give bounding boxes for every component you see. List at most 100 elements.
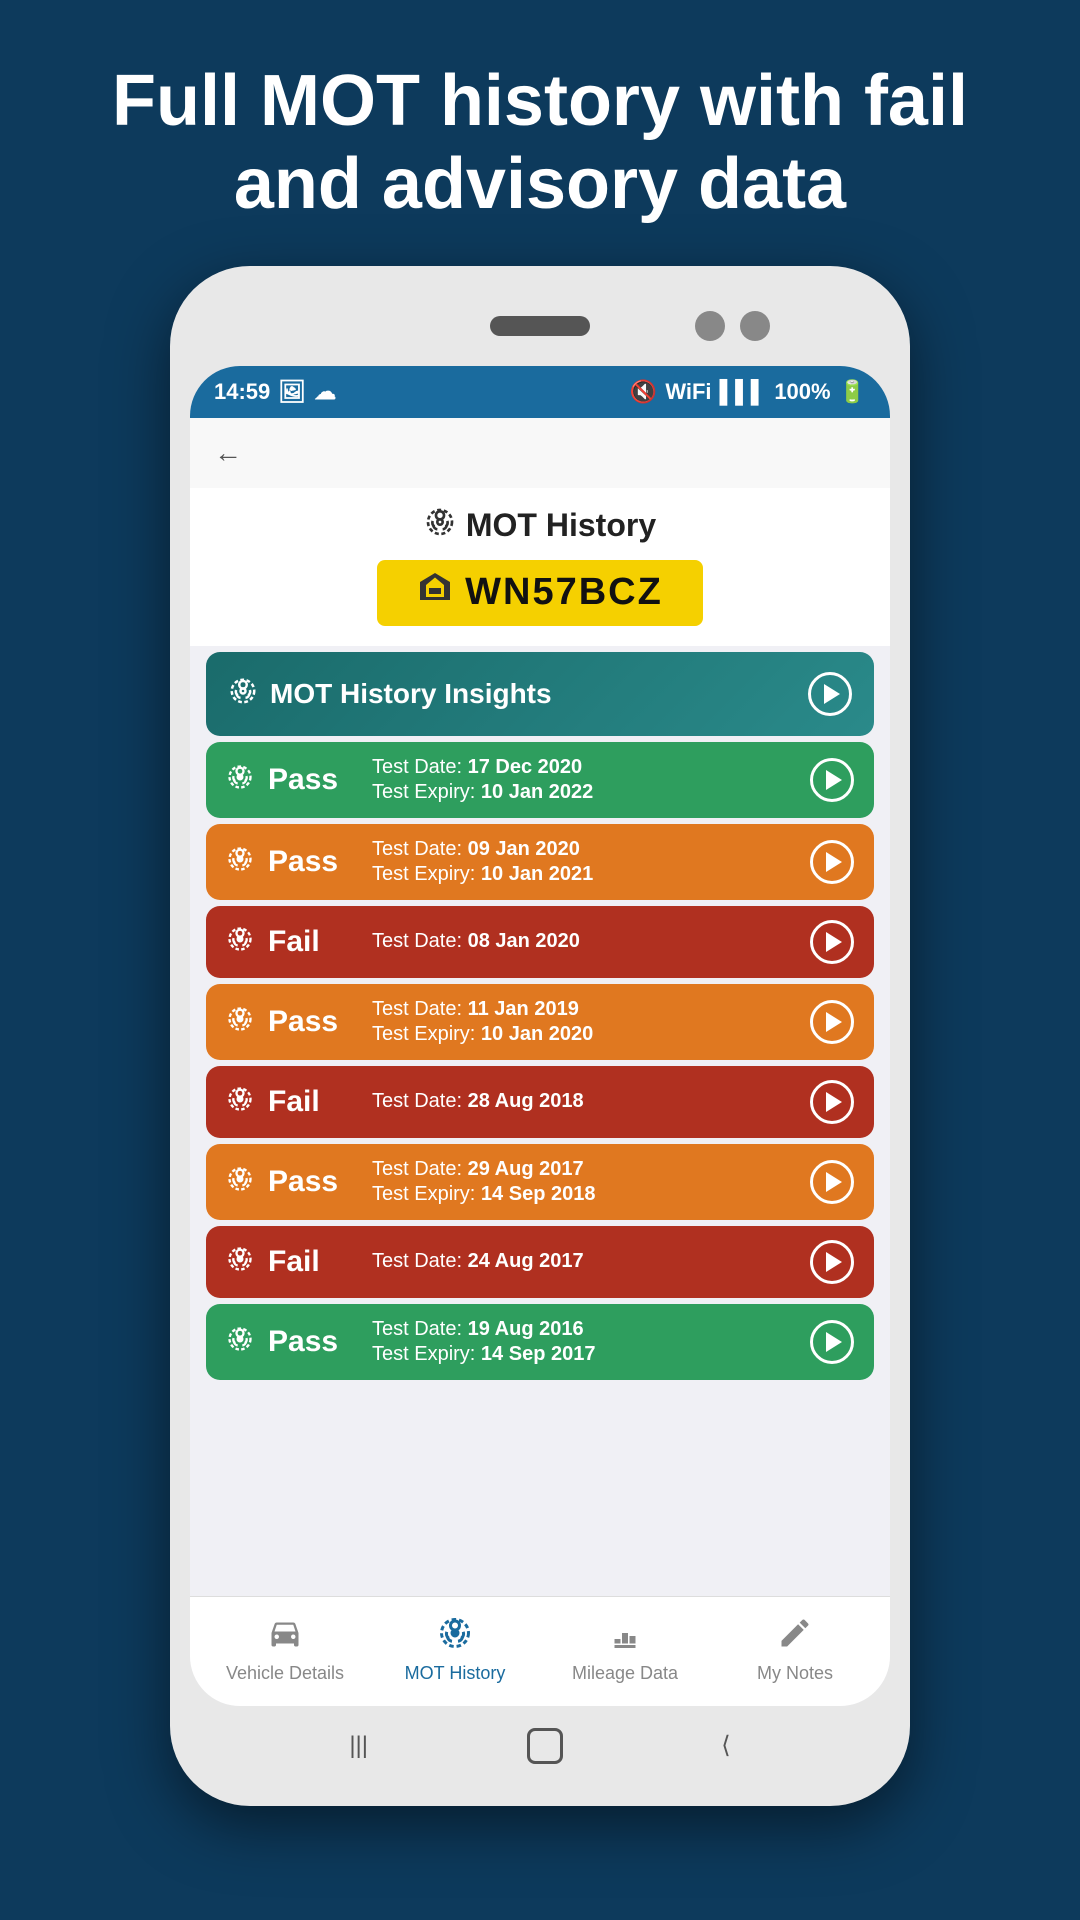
- record-icon-0: [226, 763, 254, 796]
- status-left: 14:59 🖼 ☁: [214, 379, 336, 405]
- record-dates-2: Test Date: 08 Jan 2020: [372, 930, 580, 953]
- record-dates-0: Test Date: 17 Dec 2020Test Expiry: 10 Ja…: [372, 756, 593, 804]
- record-play-triangle-2: [826, 932, 842, 952]
- nav-item-mileage[interactable]: Mileage Data: [540, 1615, 710, 1684]
- record-left-0: Pass Test Date: 17 Dec 2020Test Expiry: …: [226, 756, 593, 804]
- camera-2: [740, 311, 770, 341]
- record-icon-4: [226, 1085, 254, 1118]
- record-dates-1: Test Date: 09 Jan 2020Test Expiry: 10 Ja…: [372, 838, 593, 886]
- record-play-btn-6[interactable]: [810, 1240, 854, 1284]
- status-bar: 14:59 🖼 ☁ 🔇 WiFi ▌▌▌ 100% 🔋: [190, 366, 890, 418]
- insights-play-triangle: [824, 684, 840, 704]
- record-play-btn-3[interactable]: [810, 1000, 854, 1044]
- nav-item-notes[interactable]: My Notes: [710, 1615, 880, 1684]
- record-left-5: Pass Test Date: 29 Aug 2017Test Expiry: …: [226, 1158, 595, 1206]
- wifi-icon: WiFi: [665, 379, 711, 405]
- record-play-triangle-6: [826, 1252, 842, 1272]
- phone-screen: 14:59 🖼 ☁ 🔇 WiFi ▌▌▌ 100% 🔋 ←: [190, 366, 890, 1706]
- mot-record-0[interactable]: Pass Test Date: 17 Dec 2020Test Expiry: …: [206, 742, 874, 818]
- car-icon: [267, 1615, 303, 1659]
- plate-number: WN57BCZ: [465, 571, 663, 614]
- mot-header: MOT History: [424, 506, 656, 546]
- record-left-7: Pass Test Date: 19 Aug 2016Test Expiry: …: [226, 1318, 595, 1366]
- mute-icon: 🔇: [630, 379, 657, 405]
- mot-title-text: MOT History: [466, 507, 656, 544]
- phone-top: [190, 286, 890, 366]
- record-play-btn-4[interactable]: [810, 1080, 854, 1124]
- record-dates-7: Test Date: 19 Aug 2016Test Expiry: 14 Se…: [372, 1318, 595, 1366]
- record-play-triangle-3: [826, 1012, 842, 1032]
- record-status-4: Fail: [268, 1085, 358, 1119]
- signal-icon: ▌▌▌: [720, 379, 767, 405]
- record-status-1: Pass: [268, 845, 358, 879]
- biohazard-nav-icon: [437, 1615, 473, 1659]
- mot-record-1[interactable]: Pass Test Date: 09 Jan 2020Test Expiry: …: [206, 824, 874, 900]
- record-play-btn-2[interactable]: [810, 920, 854, 964]
- mot-record-2[interactable]: Fail Test Date: 08 Jan 2020: [206, 906, 874, 978]
- insights-play-btn[interactable]: [808, 672, 852, 716]
- status-cloud-icon: ☁: [314, 379, 336, 405]
- bottom-nav: Vehicle Details MOT History: [190, 1596, 890, 1706]
- nav-label-mot: MOT History: [405, 1663, 506, 1684]
- chart-icon: [607, 1615, 643, 1659]
- mot-record-7[interactable]: Pass Test Date: 19 Aug 2016Test Expiry: …: [206, 1304, 874, 1380]
- record-left-1: Pass Test Date: 09 Jan 2020Test Expiry: …: [226, 838, 593, 886]
- insights-card[interactable]: MOT History Insights: [206, 652, 874, 736]
- record-icon-1: [226, 845, 254, 878]
- nav-label-mileage: Mileage Data: [572, 1663, 678, 1684]
- record-dates-4: Test Date: 28 Aug 2018: [372, 1090, 584, 1113]
- record-play-btn-7[interactable]: [810, 1320, 854, 1364]
- mot-record-6[interactable]: Fail Test Date: 24 Aug 2017: [206, 1226, 874, 1298]
- status-right: 🔇 WiFi ▌▌▌ 100% 🔋: [630, 379, 866, 405]
- nav-label-notes: My Notes: [757, 1663, 833, 1684]
- record-left-4: Fail Test Date: 28 Aug 2018: [226, 1085, 584, 1119]
- record-play-triangle-1: [826, 852, 842, 872]
- record-icon-5: [226, 1165, 254, 1198]
- gesture-home: [527, 1728, 563, 1764]
- insights-label: MOT History Insights: [270, 678, 552, 710]
- phone-speaker: [490, 316, 590, 336]
- record-play-btn-1[interactable]: [810, 840, 854, 884]
- back-button[interactable]: ←: [214, 437, 242, 469]
- record-status-0: Pass: [268, 763, 358, 797]
- page-header: Full MOT history with fail and advisory …: [0, 0, 1080, 266]
- status-image-icon: 🖼: [278, 379, 306, 405]
- nav-label-vehicle: Vehicle Details: [226, 1663, 344, 1684]
- mot-record-3[interactable]: Pass Test Date: 11 Jan 2019Test Expiry: …: [206, 984, 874, 1060]
- record-dates-5: Test Date: 29 Aug 2017Test Expiry: 14 Se…: [372, 1158, 595, 1206]
- mot-biohazard-icon: [424, 506, 456, 546]
- record-dates-6: Test Date: 24 Aug 2017: [372, 1250, 584, 1273]
- record-icon-7: [226, 1325, 254, 1358]
- battery-text: 100%: [774, 379, 830, 405]
- mot-record-4[interactable]: Fail Test Date: 28 Aug 2018: [206, 1066, 874, 1138]
- pencil-icon: [777, 1615, 813, 1659]
- record-left-6: Fail Test Date: 24 Aug 2017: [226, 1245, 584, 1279]
- nav-item-mot-history[interactable]: MOT History: [370, 1615, 540, 1684]
- gesture-recent: ⟨: [721, 1731, 730, 1760]
- record-status-5: Pass: [268, 1165, 358, 1199]
- battery-icon: 🔋: [839, 379, 866, 405]
- record-status-3: Pass: [268, 1005, 358, 1039]
- nav-item-vehicle-details[interactable]: Vehicle Details: [200, 1615, 370, 1684]
- insights-left: MOT History Insights: [228, 676, 552, 711]
- record-play-triangle-0: [826, 770, 842, 790]
- scroll-content: MOT History Insights Pass Test Date: 17 …: [190, 646, 890, 1596]
- phone-cameras: [695, 311, 770, 341]
- garage-icon: [417, 570, 453, 616]
- record-icon-6: [226, 1245, 254, 1278]
- record-icon-2: [226, 925, 254, 958]
- record-left-2: Fail Test Date: 08 Jan 2020: [226, 925, 580, 959]
- record-dates-3: Test Date: 11 Jan 2019Test Expiry: 10 Ja…: [372, 998, 593, 1046]
- record-play-triangle-4: [826, 1092, 842, 1112]
- record-icon-3: [226, 1005, 254, 1038]
- mot-record-5[interactable]: Pass Test Date: 29 Aug 2017Test Expiry: …: [206, 1144, 874, 1220]
- record-play-triangle-7: [826, 1332, 842, 1352]
- record-play-btn-0[interactable]: [810, 758, 854, 802]
- back-bar: ←: [190, 418, 890, 488]
- status-time: 14:59: [214, 379, 270, 405]
- insights-icon: [228, 676, 258, 711]
- record-status-7: Pass: [268, 1325, 358, 1359]
- license-plate: WN57BCZ: [377, 560, 703, 626]
- record-left-3: Pass Test Date: 11 Jan 2019Test Expiry: …: [226, 998, 593, 1046]
- record-play-btn-5[interactable]: [810, 1160, 854, 1204]
